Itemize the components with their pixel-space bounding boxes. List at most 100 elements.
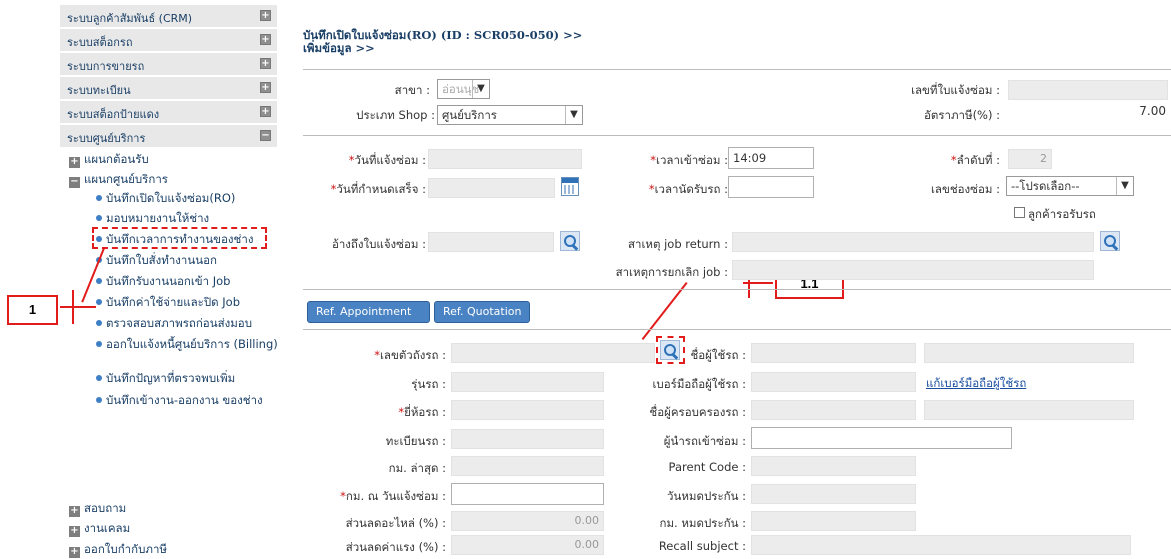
divider: [303, 329, 1171, 330]
user-name-field: [751, 343, 916, 363]
tree-label: ออกใบกำกับภาษี: [84, 542, 167, 556]
tree-label: แผนกศูนย์บริการ: [84, 172, 168, 186]
labor-discount-field: 0.00: [451, 535, 604, 555]
edit-mobile-link[interactable]: แก้เบอร์มือถือผู้ใช้รถ: [926, 375, 1026, 393]
parts-discount-field: 0.00: [451, 511, 604, 531]
nav-ro-open[interactable]: บันทึกเปิดใบแจ้งซ่อม(RO): [96, 191, 235, 206]
due-date-label-text: วันที่กำหนดเสร็จ :: [336, 182, 426, 196]
tree-inquiry[interactable]: + สอบถาม: [69, 500, 126, 518]
nav-extra-issues[interactable]: บันทึกปัญหาที่ตรวจพบเพิ่ม: [96, 371, 235, 386]
branch-select[interactable]: อ่อนนุช ▼: [437, 79, 490, 99]
chassis-label-text: เลขตัวถังรถ :: [379, 348, 446, 362]
callout-1-connector: [60, 306, 96, 308]
bullet-icon: [96, 215, 102, 221]
tree-claim[interactable]: + งานเคลม: [69, 520, 130, 538]
last-km-field: [451, 456, 604, 476]
nav-label: บันทึกปัญหาที่ตรวจพบเพิ่ม: [106, 371, 236, 385]
seq-label: *ลำดับที่ :: [950, 153, 1000, 167]
due-date-label: *วันที่กำหนดเสร็จ :: [330, 182, 426, 196]
tree-tax-invoice[interactable]: + ออกใบกำกับภาษี: [69, 541, 167, 559]
ro-number-label: เลขที่ใบแจ้งซ่อม :: [911, 83, 1000, 97]
expand-icon[interactable]: +: [260, 106, 271, 117]
plus-box-icon: +: [69, 156, 80, 168]
job-return-field: [732, 232, 1094, 252]
menu-registration[interactable]: ระบบทะเบียน +: [60, 77, 277, 100]
labor-discount-label: ส่วนลดค่าแรง (%) :: [345, 540, 446, 554]
nav-tech-checkin[interactable]: บันทึกเข้างาน-ออกงาน ของช่าง: [96, 393, 281, 408]
driver-input[interactable]: [751, 427, 1012, 449]
expand-icon[interactable]: +: [260, 58, 271, 69]
expand-icon[interactable]: +: [260, 34, 271, 45]
search-ro-icon[interactable]: [560, 231, 580, 251]
bay-value: --โปรดเลือก--: [1011, 179, 1080, 193]
chassis-label: *เลขตัวถังรถ :: [374, 348, 446, 362]
notify-date-label: *วันที่แจ้งซ่อม :: [348, 153, 426, 167]
km-at-notify-input[interactable]: [451, 483, 604, 505]
bullet-icon: [96, 278, 102, 284]
collapse-icon[interactable]: −: [260, 130, 271, 141]
job-return-label: สาเหตุ job return :: [628, 237, 728, 251]
bullet-icon: [96, 320, 102, 326]
menu-red-plate-stock[interactable]: ระบบสต็อกป้ายแดง +: [60, 101, 277, 124]
chassis-field: [451, 343, 655, 363]
menu-label: ระบบลูกค้าสัมพันธ์ (CRM): [67, 12, 193, 25]
ref-appointment-button[interactable]: Ref. Appointment: [307, 301, 430, 323]
checkbox[interactable]: [1014, 207, 1025, 218]
ref-ro-label: อ้างถึงใบแจ้งซ่อม :: [331, 237, 426, 251]
brand-label-text: ยี่ห้อรถ :: [404, 405, 446, 419]
nav-outsource-receive[interactable]: บันทึกรับงานนอกเข้า Job: [96, 274, 230, 289]
time-in-label-text: เวลาเข้าซ่อม :: [656, 153, 728, 167]
menu-car-stock[interactable]: ระบบสต็อกรถ +: [60, 29, 277, 52]
menu-label: ระบบสต็อกรถ: [67, 36, 133, 49]
bullet-icon: [96, 299, 102, 305]
customer-wait-checkbox-row[interactable]: ลูกค้ารอรับรถ: [1014, 206, 1096, 224]
menu-crm[interactable]: ระบบลูกค้าสัมพันธ์ (CRM) +: [60, 5, 277, 28]
bullet-icon: [96, 341, 102, 347]
model-label: รุ่นรถ :: [411, 377, 446, 391]
ref-quotation-button[interactable]: Ref. Quotation: [434, 301, 530, 323]
owner-label: ชื่อผู้ครอบครองรถ :: [649, 405, 746, 419]
driver-label: ผู้นำรถเข้าซ่อม :: [663, 434, 746, 448]
tree-service-dept[interactable]: − แผนกศูนย์บริการ: [69, 171, 168, 189]
last-km-label: กม. ล่าสุด :: [388, 461, 446, 475]
parent-code-field: [751, 456, 916, 476]
pickup-time-input[interactable]: [728, 176, 814, 198]
user-name-label: ชื่อผู้ใช้รถ :: [690, 348, 746, 362]
model-field: [451, 372, 604, 392]
chevron-down-icon: ▼: [565, 106, 582, 124]
nav-label: บันทึกเปิดใบแจ้งซ่อม(RO): [106, 191, 236, 205]
menu-label: ระบบการขายรถ: [67, 60, 145, 73]
nav-close-job[interactable]: บันทึกค่าใช้จ่ายและปิด Job: [96, 295, 240, 310]
branch-label: สาขา :: [394, 83, 430, 97]
shop-type-label: ประเภท Shop :: [356, 108, 435, 122]
plus-box-icon: +: [69, 505, 80, 517]
divider: [303, 69, 1171, 70]
menu-car-sales[interactable]: ระบบการขายรถ +: [60, 53, 277, 76]
callout-1-1-connector: [641, 282, 688, 340]
page-title: บันทึกเปิดใบแจ้งซ่อม(RO) (ID : SCR050-05…: [303, 29, 582, 55]
km-at-notify-label: *กม. ณ วันแจ้งซ่อม :: [340, 489, 446, 503]
user-name-field-2: [924, 343, 1134, 363]
divider: [303, 289, 1171, 290]
notify-date-field: [428, 149, 582, 169]
nav-pre-delivery-check[interactable]: ตรวจสอบสภาพรถก่อนส่งมอบ: [96, 316, 252, 331]
search-chassis-icon[interactable]: [660, 340, 680, 360]
highlight-ro-menu: [92, 227, 267, 249]
expand-icon[interactable]: +: [260, 10, 271, 21]
time-in-input[interactable]: 14:09: [728, 147, 814, 169]
nav-outsource-order[interactable]: บันทึกใบสั่งทำงานนอก: [96, 253, 217, 268]
callout-1-bracket: [72, 290, 74, 324]
menu-service-center[interactable]: ระบบศูนย์บริการ −: [60, 125, 277, 148]
tree-reception[interactable]: + แผนกต้อนรับ: [69, 151, 149, 169]
expand-icon[interactable]: +: [260, 82, 271, 93]
shop-type-select[interactable]: ศูนย์บริการ ▼: [437, 105, 583, 125]
calendar-icon[interactable]: [561, 177, 579, 196]
search-job-return-icon[interactable]: [1100, 231, 1120, 251]
vat-label: อัตราภาษี(%) :: [923, 108, 1000, 122]
nav-assign-work[interactable]: มอบหมายงานให้ช่าง: [96, 211, 209, 226]
bullet-icon: [96, 375, 102, 381]
nav-billing[interactable]: ออกใบแจ้งหนี้ศูนย์บริการ (Billing): [96, 337, 281, 352]
parent-code-label: Parent Code :: [668, 460, 746, 474]
bay-select[interactable]: --โปรดเลือก-- ▼: [1006, 176, 1134, 196]
pickup-time-label-text: เวลานัดรับรถ :: [654, 182, 728, 196]
